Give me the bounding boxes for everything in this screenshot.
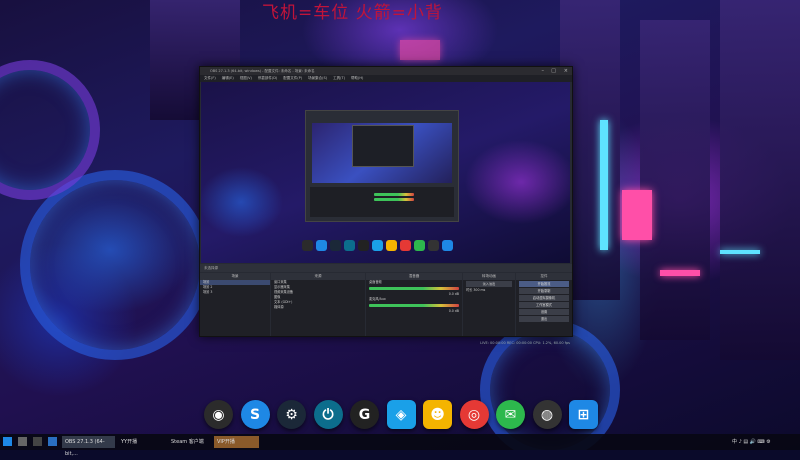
- exit-button[interactable]: 退出: [519, 316, 569, 322]
- studio-mode-button[interactable]: 工作室模式: [519, 302, 569, 308]
- sources-title: 来源: [271, 273, 365, 280]
- menu-edit[interactable]: 编辑(E): [222, 75, 234, 82]
- overlay-banner-text: 飞机=车位 火箭=小背: [262, 3, 443, 23]
- transitions-dock: 转场动画 淡入淡出 时长 300 ms: [463, 273, 515, 336]
- menu-tools[interactable]: 工具(T): [333, 75, 345, 82]
- source-item[interactable]: 媒体源: [271, 305, 365, 310]
- cat-icon[interactable]: ☻: [423, 400, 452, 429]
- sources-dock: 来源 窗口采集 显示器采集 视频采集设备 图像 文本 (GDI+) 媒体源: [271, 273, 365, 336]
- start-recording-button[interactable]: 开始录制: [519, 288, 569, 294]
- docks-area: 场景 场景 场景 2 场景 3 来源 窗口采集 显示器采集 视频采集设备 图像 …: [200, 273, 572, 336]
- taskbar-item-yy[interactable]: YY开播: [118, 436, 159, 448]
- nested-docks: [310, 187, 454, 217]
- netease-music-icon[interactable]: ◎: [459, 400, 489, 429]
- obs-icon[interactable]: ◉: [204, 400, 233, 429]
- nested-preview-window: [352, 125, 414, 167]
- close-button[interactable]: ×: [564, 67, 568, 75]
- transitions-title: 转场动画: [463, 273, 515, 280]
- obs-window[interactable]: OBS 27.1.3 (64-bit, windows) - 配置文件: 未命名…: [199, 66, 573, 345]
- menu-scene-collection[interactable]: 场景集合(S): [308, 75, 327, 82]
- search-icon[interactable]: [18, 437, 27, 446]
- preview-dock: [302, 240, 453, 251]
- duration-value[interactable]: 300 ms: [473, 288, 485, 292]
- g-app-icon[interactable]: G: [350, 400, 379, 429]
- taskbar: OBS 27.1.3 (64-bit,... YY开播 Steam 客户端 VI…: [0, 434, 800, 457]
- wechat-icon[interactable]: ✉: [496, 400, 525, 429]
- transition-select[interactable]: 淡入淡出: [466, 281, 512, 287]
- settings-button[interactable]: 设置: [519, 309, 569, 315]
- source-toolbar: 未选择源: [200, 264, 572, 272]
- audio-meter: [369, 304, 459, 307]
- status-bar: LIVE: 00:00:00 REC: 00:00:00 CPU: 1.2%, …: [480, 341, 570, 345]
- scenes-dock: 场景 场景 场景 2 场景 3: [200, 273, 270, 336]
- steam-icon[interactable]: ⚙: [277, 400, 306, 429]
- nested-obs-window: [305, 110, 459, 222]
- obs-title-bar[interactable]: OBS 27.1.3 (64-bit, windows) - 配置文件: 未命名…: [200, 67, 572, 75]
- mixer-track-name: 桌面音频: [369, 280, 382, 284]
- windows-icon[interactable]: ⊞: [569, 400, 598, 429]
- nested-meter: [374, 198, 414, 201]
- camera-icon[interactable]: ◍: [532, 400, 562, 429]
- start-streaming-button[interactable]: 开始推流: [519, 281, 569, 287]
- taskbar-item-vip[interactable]: VIP开播: [214, 436, 259, 448]
- mixer-track-name: 麦克风/Aux: [369, 297, 386, 301]
- scenes-title: 场景: [200, 273, 270, 280]
- mixer-track-level: 0.0 dB: [448, 309, 459, 313]
- app-icon[interactable]: [48, 437, 57, 446]
- mixer-title: 混音器: [366, 273, 462, 280]
- taskbar-item-steam[interactable]: Steam 客户端: [168, 436, 211, 448]
- scene-item[interactable]: 场景 3: [200, 290, 270, 295]
- bilibili-icon[interactable]: S: [240, 400, 270, 429]
- window-title: OBS 27.1.3 (64-bit, windows) - 配置文件: 未命名…: [210, 69, 315, 73]
- virtual-camera-button[interactable]: 启动虚拟摄像机: [519, 295, 569, 301]
- blue-cube-icon[interactable]: ◈: [386, 400, 416, 429]
- start-icon[interactable]: [3, 437, 12, 446]
- duration-label: 时长 300 ms: [463, 288, 515, 293]
- desktop-dock: ◉ S ⚙ ⏻ G ◈ ☻ ◎ ✉ ◍ ⊞: [204, 400, 598, 429]
- minimize-button[interactable]: –: [542, 67, 545, 75]
- controls-title: 控件: [516, 273, 572, 280]
- audio-meter: [369, 287, 459, 290]
- taskbar-item-obs[interactable]: OBS 27.1.3 (64-bit,...: [62, 436, 115, 457]
- duration-label-text: 时长: [466, 288, 473, 292]
- menu-view[interactable]: 视图(V): [240, 75, 252, 82]
- task-view-icon[interactable]: [33, 437, 42, 446]
- preview-canvas[interactable]: [201, 82, 570, 263]
- nested-meter: [374, 193, 414, 196]
- mixer-dock: 混音器 桌面音频 0.0 dB 麦克风/Aux 0.0 dB: [366, 273, 462, 336]
- controls-dock: 控件 开始推流 开始录制 启动虚拟摄像机 工作室模式 设置 退出: [516, 273, 572, 336]
- menu-help[interactable]: 帮助(H): [351, 75, 363, 82]
- menu-docks[interactable]: 停靠部件(D): [258, 75, 277, 82]
- maximize-button[interactable]: □: [551, 67, 556, 75]
- nested-preview: [312, 123, 452, 183]
- power-icon[interactable]: ⏻: [313, 400, 343, 429]
- menu-profile[interactable]: 配置文件(P): [283, 75, 302, 82]
- no-source-label: 未选择源: [204, 266, 218, 270]
- menu-file[interactable]: 文件(F): [204, 75, 216, 82]
- menu-bar: 文件(F) 编辑(E) 视图(V) 停靠部件(D) 配置文件(P) 场景集合(S…: [200, 75, 572, 82]
- system-tray[interactable]: 中 ♪ ▤ 🔊 ⌨ ⚙: [732, 436, 798, 448]
